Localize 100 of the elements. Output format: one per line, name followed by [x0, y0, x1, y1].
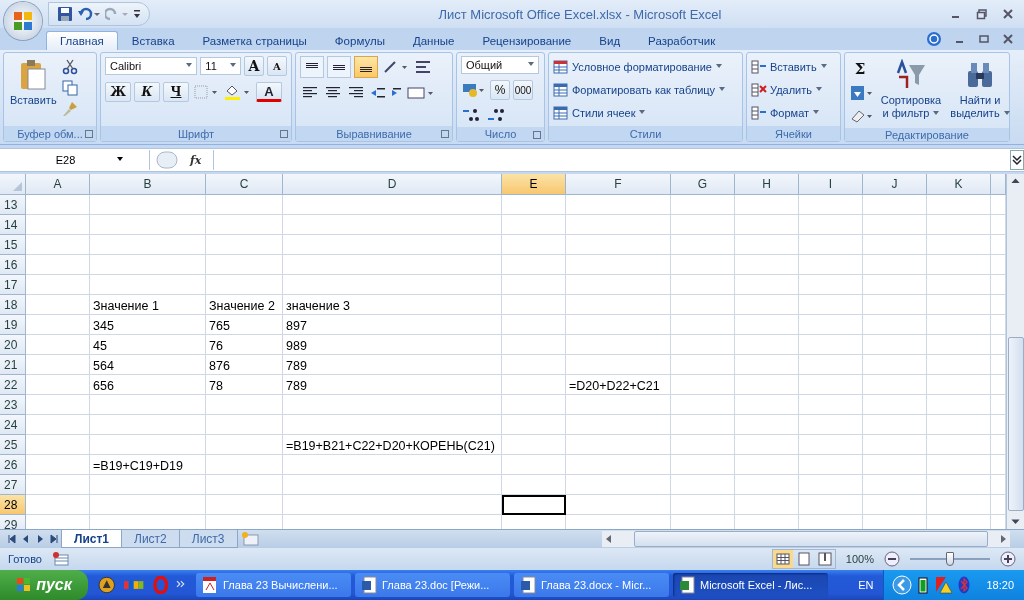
italic-button[interactable]: К: [134, 82, 160, 102]
table-cell[interactable]: [799, 255, 863, 275]
table-cell[interactable]: [566, 275, 671, 295]
table-cell[interactable]: [566, 415, 671, 435]
table-cell[interactable]: [502, 295, 566, 315]
table-cell[interactable]: [283, 395, 502, 415]
table-cell[interactable]: [90, 435, 206, 455]
table-cell[interactable]: [283, 235, 502, 255]
table-cell[interactable]: [735, 215, 799, 235]
table-cell[interactable]: [671, 215, 735, 235]
sort-filter-button[interactable]: Сортировка и фильтр: [878, 56, 944, 123]
underline-button[interactable]: Ч: [163, 82, 189, 102]
table-cell[interactable]: [863, 235, 927, 255]
table-cell[interactable]: [26, 335, 90, 355]
cancel-icon[interactable]: [156, 151, 178, 169]
language-indicator[interactable]: EN: [848, 579, 884, 591]
table-cell[interactable]: [863, 375, 927, 395]
table-cell[interactable]: [863, 395, 927, 415]
table-cell[interactable]: [26, 395, 90, 415]
cells-menu-button[interactable]: Формат: [770, 106, 820, 119]
office-button[interactable]: [4, 2, 42, 40]
table-cell[interactable]: [927, 495, 991, 515]
help-icon[interactable]: [926, 31, 942, 47]
table-cell[interactable]: 656: [90, 375, 206, 395]
table-cell[interactable]: [927, 455, 991, 475]
macro-record-icon[interactable]: [51, 551, 70, 567]
table-cell[interactable]: [206, 275, 283, 295]
paste-button[interactable]: Вставить: [8, 56, 59, 109]
table-cell[interactable]: [283, 495, 502, 515]
dialog-launcher-icon[interactable]: [441, 130, 449, 138]
table-cell[interactable]: =D20+D22+C21: [566, 375, 671, 395]
table-cell[interactable]: [283, 455, 502, 475]
insert-function-button[interactable]: fx: [184, 153, 208, 167]
table-cell[interactable]: Значение 2: [206, 295, 283, 315]
table-cell[interactable]: [735, 275, 799, 295]
table-cell[interactable]: [735, 495, 799, 515]
table-cell[interactable]: [863, 255, 927, 275]
row-header[interactable]: 28: [0, 495, 26, 515]
active-cell[interactable]: [502, 495, 566, 515]
table-cell[interactable]: [927, 335, 991, 355]
cells-icon[interactable]: [751, 104, 767, 121]
table-cell[interactable]: 989: [283, 335, 502, 355]
table-cell[interactable]: [735, 435, 799, 455]
find-select-button[interactable]: Найти и выделить: [947, 56, 1013, 123]
browser-icon[interactable]: [152, 576, 169, 594]
table-cell[interactable]: [26, 255, 90, 275]
fill-down-icon[interactable]: [849, 84, 875, 102]
table-cell[interactable]: [863, 455, 927, 475]
battery-icon[interactable]: [918, 576, 929, 594]
table-cell[interactable]: [671, 435, 735, 455]
cells-menu-button[interactable]: Вставить: [770, 60, 827, 73]
thousands-button[interactable]: 000: [513, 80, 533, 100]
table-cell[interactable]: [283, 275, 502, 295]
table-cell[interactable]: [863, 435, 927, 455]
table-cell[interactable]: [502, 355, 566, 375]
table-cell[interactable]: [26, 355, 90, 375]
close-icon[interactable]: [1002, 33, 1014, 45]
table-cell[interactable]: [735, 355, 799, 375]
table-cell[interactable]: [799, 495, 863, 515]
row-header[interactable]: 20: [0, 335, 26, 355]
bold-button[interactable]: Ж: [105, 82, 131, 102]
chevron-icon[interactable]: [176, 580, 186, 590]
column-header[interactable]: D: [283, 174, 502, 195]
restore-icon[interactable]: [976, 8, 988, 20]
table-cell[interactable]: [799, 415, 863, 435]
table-cell[interactable]: [863, 355, 927, 375]
start-button[interactable]: пуск: [0, 570, 88, 600]
table-cell[interactable]: [671, 475, 735, 495]
table-cell[interactable]: [735, 415, 799, 435]
table-cell[interactable]: [735, 315, 799, 335]
table-cell[interactable]: =B19+B21+C22+D20+КОРЕНЬ(C21): [283, 435, 502, 455]
table-cell[interactable]: [90, 475, 206, 495]
table-cell[interactable]: 876: [206, 355, 283, 375]
grow-font-button[interactable]: A: [244, 56, 264, 76]
table-cell[interactable]: 789: [283, 355, 502, 375]
row-header[interactable]: 26: [0, 455, 26, 475]
table-cell[interactable]: 76: [206, 335, 283, 355]
zoom-level[interactable]: 100%: [845, 553, 874, 565]
app-icon[interactable]: [123, 578, 145, 592]
table-cell[interactable]: [863, 195, 927, 215]
table-cell[interactable]: [799, 335, 863, 355]
table-cell[interactable]: [566, 295, 671, 315]
table-cell[interactable]: [863, 335, 927, 355]
table-cell[interactable]: [799, 275, 863, 295]
table-cell[interactable]: [927, 255, 991, 275]
copy-icon[interactable]: [61, 80, 78, 96]
cells-icon[interactable]: [751, 81, 767, 98]
table-cell[interactable]: значение 3: [283, 295, 502, 315]
table-cell[interactable]: [863, 495, 927, 515]
table-cell[interactable]: [502, 475, 566, 495]
table-cell[interactable]: [566, 435, 671, 455]
table-cell[interactable]: [90, 235, 206, 255]
table-cell[interactable]: [671, 415, 735, 435]
save-icon[interactable]: [57, 6, 73, 22]
table-cell[interactable]: [735, 395, 799, 415]
table-cell[interactable]: [26, 475, 90, 495]
show-hidden-icon[interactable]: [892, 575, 913, 595]
table-cell[interactable]: [26, 435, 90, 455]
table-cell[interactable]: [863, 315, 927, 335]
table-cell[interactable]: [566, 195, 671, 215]
